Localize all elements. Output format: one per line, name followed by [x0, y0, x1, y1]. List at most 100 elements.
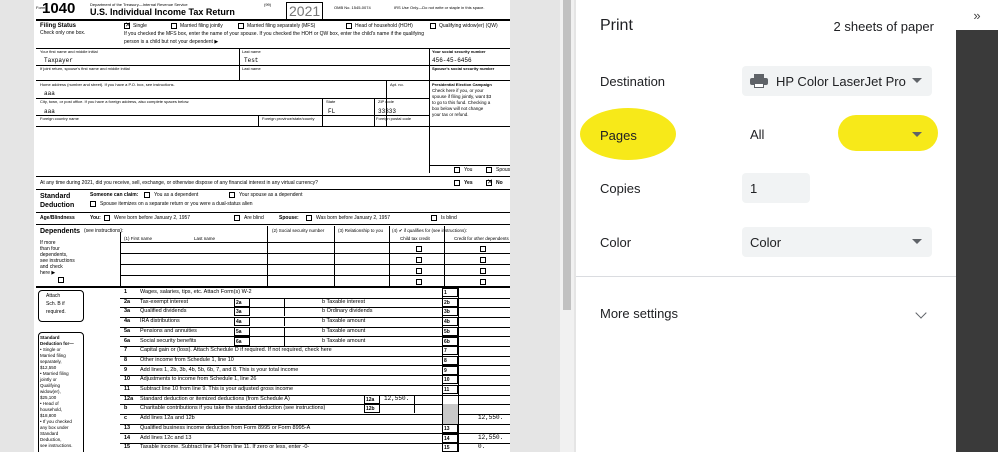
std-side-note: Deduction, — [40, 437, 62, 442]
line-number: 1 — [124, 289, 128, 295]
you-dependent: You as a dependent — [154, 192, 199, 198]
std-side-note: • Head of — [40, 401, 59, 406]
line-mid-text: b Taxable interest — [322, 298, 366, 305]
spouse-label: Spouse: — [279, 215, 299, 221]
form-title: U.S. Individual Income Tax Return — [90, 7, 235, 17]
omb-number: OMB No. 1545-0074 — [334, 5, 371, 10]
line-ref-label: 8 — [442, 355, 458, 365]
line-text: Qualified business income deduction from… — [140, 424, 311, 431]
line-ref-label: 1 — [442, 288, 458, 297]
foreign-postal-label: Foreign postal code — [376, 116, 412, 121]
line-number: 4a — [124, 318, 131, 325]
attach-note: Attach — [46, 293, 61, 299]
tax-year: 2021 — [286, 2, 324, 20]
form-rule — [267, 226, 268, 286]
chevron-down-icon — [912, 132, 922, 137]
form-rule — [120, 264, 510, 265]
print-title: Print — [600, 17, 633, 34]
foreign-country-label: Foreign country name — [40, 116, 79, 121]
filing-status-label: Filing Status — [40, 23, 76, 29]
first-name-label: Your first name and middle initial — [40, 49, 98, 54]
form-rule — [36, 176, 510, 177]
spouse-born-before: Was born before January 2, 1957 — [316, 215, 391, 221]
last-name-value: Test — [244, 57, 259, 64]
chevron-down-icon[interactable] — [915, 307, 927, 319]
spouse-last-label: Last name — [242, 66, 261, 71]
spouse-itemizes: Spouse itemizes on a separate return or … — [100, 201, 253, 207]
std-side-note: any box under — [40, 425, 69, 430]
std-side-note: Qualifying — [40, 383, 61, 388]
preview-scrollbar[interactable] — [560, 0, 574, 452]
form-rule — [36, 212, 510, 213]
form-rule — [284, 307, 285, 317]
std-side-note: • If you checked — [40, 419, 72, 424]
std-side-note: Standard — [40, 431, 59, 436]
apt-label: Apt. no. — [390, 82, 404, 87]
attach-note: Sch. B if — [46, 301, 65, 307]
line-text: Charitable contributions if you take the… — [140, 405, 326, 412]
form-rule — [442, 288, 443, 452]
std-side-note: Married filing — [40, 353, 66, 358]
irs-note: IRS Use Only—Do not write or staple in t… — [394, 5, 485, 10]
line-box-label: 12a — [364, 394, 380, 404]
pages-label: Pages — [600, 128, 637, 143]
more-settings-label[interactable]: More settings — [600, 306, 678, 321]
side-dark-area — [956, 30, 998, 452]
std-side-note: $18,800 — [40, 413, 57, 418]
pec-you: You — [464, 167, 473, 173]
std-side-note: see instructions. — [40, 443, 73, 448]
form-checkbox — [346, 23, 352, 29]
form-checkbox — [306, 215, 312, 221]
form-rule — [120, 232, 121, 286]
foreign-province-label: Foreign province/state/county — [262, 116, 315, 121]
line-text: Standard deduction or itemized deduction… — [140, 395, 290, 402]
form-rule — [258, 115, 259, 126]
form-checkbox — [171, 23, 177, 29]
last-name-label: Last name — [242, 49, 261, 54]
dependents-label: Dependents — [40, 228, 81, 235]
line-mid-text: b Taxable amount — [322, 337, 366, 344]
line-text: Add lines 1, 2b, 3b, 4b, 5b, 6b, 7, and … — [140, 366, 299, 373]
copies-input[interactable]: 1 — [742, 173, 810, 203]
form-checkbox — [454, 167, 460, 173]
born-before: Were born before January 2, 1957 — [114, 215, 191, 221]
dep-col: (4) ✔ if qualifies for (see instructions… — [392, 228, 468, 233]
line-number: 7 — [124, 347, 128, 354]
dep-col: Last name — [194, 236, 216, 241]
zip-label: ZIP code — [378, 99, 394, 104]
color-select[interactable]: Color — [742, 227, 932, 257]
line-text: Add lines 12a and 12b — [140, 415, 195, 422]
line-value: 12,550. — [478, 433, 504, 441]
form-rule — [430, 165, 510, 166]
pec-spouse: Spouse — [496, 167, 510, 173]
dep-col: (3) Relationship to you — [338, 228, 384, 233]
age-blindness-label: Age/Blindness — [40, 215, 75, 221]
line-number: c — [124, 415, 128, 422]
destination-value: HP Color LaserJet Pro — [776, 73, 906, 89]
line-ref-label: 10 — [442, 375, 458, 385]
form-rule — [389, 226, 390, 286]
form-rule — [36, 126, 510, 127]
dep-col: (1) First name — [124, 236, 153, 241]
chevron-down-icon — [912, 78, 922, 83]
you-label: You: — [90, 215, 101, 221]
first-name-value: Taxpayer — [44, 57, 73, 64]
form-rule — [334, 226, 335, 286]
std-side-note: household, — [40, 407, 63, 412]
pages-select[interactable]: All — [742, 119, 932, 149]
filing-status-option: Qualifying widow(er) (QW) — [439, 23, 498, 29]
spouse-name-label: If joint return, spouse's first name and… — [40, 66, 130, 71]
pec-title: Presidential Election Campaign — [432, 82, 492, 87]
preview-scrollbar-thumb[interactable] — [563, 0, 571, 310]
line-ref-label: 4b — [442, 317, 458, 327]
destination-select[interactable]: HP Color LaserJet Pro — [742, 66, 932, 96]
std-side-note: Standard — [40, 335, 60, 340]
line-text: IRA distributions — [140, 318, 180, 325]
form-rule — [120, 275, 510, 276]
settings-divider — [576, 276, 956, 277]
line-text: Capital gain or (loss). Attach Schedule … — [140, 347, 332, 354]
line-number: 2a — [124, 298, 131, 305]
line-text: Tax-exempt interest — [140, 298, 188, 305]
form-checkbox — [238, 23, 244, 29]
double-chevron-right-icon[interactable]: » — [956, 0, 998, 30]
